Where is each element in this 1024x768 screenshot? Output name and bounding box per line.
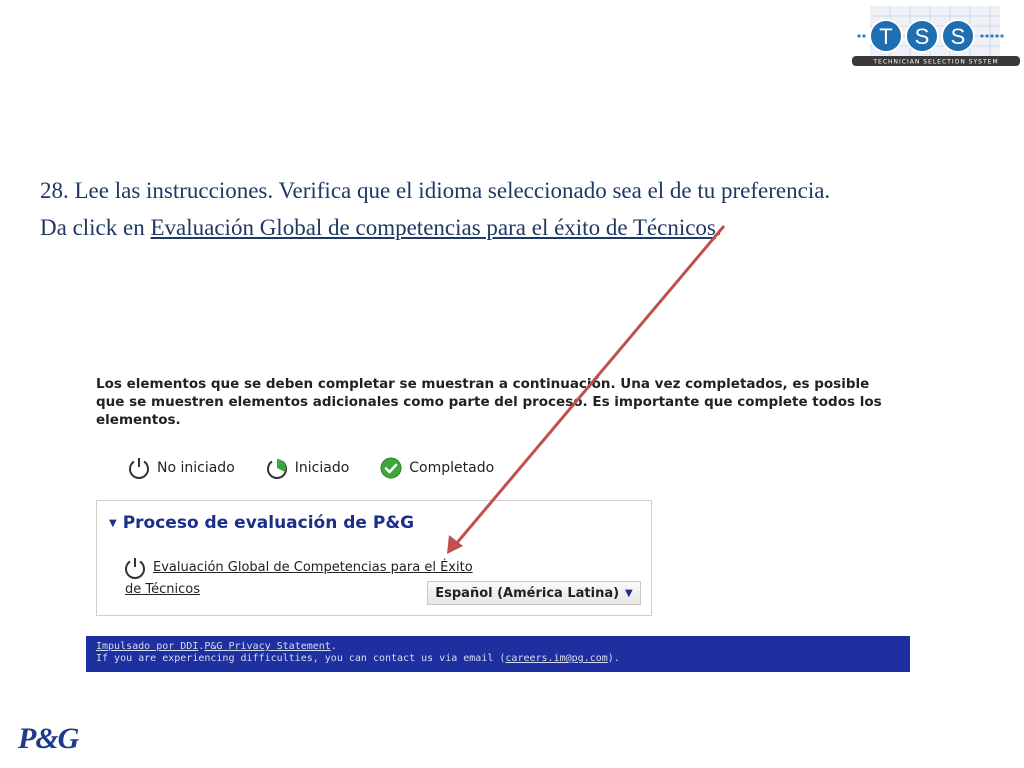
contact-text: If you are experiencing difficulties, yo… [96,653,506,664]
footer-line-2: If you are experiencing difficulties, yo… [96,653,900,665]
process-header[interactable]: ▼ Proceso de evaluación de P&G [109,513,414,533]
instruction-line-2: Da click en Evaluación Global de compete… [40,209,1010,246]
pg-logo: P&G [18,722,79,755]
legend-not-started-label: No iniciado [157,460,235,476]
legend-not-started: No iniciado [127,456,235,480]
legend-completed-label: Completado [409,460,495,476]
slide-instruction: 28. Lee las instrucciones. Verifica que … [40,172,1010,246]
instruction-line-1: 28. Lee las instrucciones. Verifica que … [40,178,831,203]
email-link[interactable]: careers.im@pg.com [505,653,607,664]
tss-tagline: TECHNICIAN SELECTION SYSTEM [872,59,998,66]
assessment-link-continued[interactable]: de Técnicos [125,582,200,597]
chevron-down-icon: ▼ [625,587,633,599]
powered-by-link[interactable]: Impulsado por DDI [96,641,198,652]
instruction-suffix: . [715,215,722,240]
language-select-value: Español (América Latina) [435,585,620,601]
instruction-prefix: Da click en [40,215,151,240]
process-panel: ▼ Proceso de evaluación de P&G Evaluación… [96,500,652,616]
legend-started-label: Iniciado [294,460,350,476]
started-icon [266,459,287,479]
tss-letter: S [915,24,930,49]
completed-check-icon [380,457,402,479]
instruction-link-text: Evaluación Global de competencias para e… [150,215,716,240]
not-started-icon [125,558,145,579]
footer-line-1: Impulsado por DDI.P&G Privacy Statement. [96,641,337,652]
footer-bar: Impulsado por DDI.P&G Privacy Statement.… [86,636,910,672]
tss-letter: T [879,24,892,49]
process-title: Proceso de evaluación de P&G [122,513,415,533]
requirements-intro: Los elementos que se deben completar se … [96,376,882,428]
privacy-link[interactable]: P&G Privacy Statement [204,641,330,652]
status-legend: No iniciado Iniciado Completado [127,453,524,483]
tss-logo: T S S TECHNICIAN SELECTION SYSTEM [852,6,1020,66]
contact-suffix: ). [607,653,620,664]
assessment-link[interactable]: Evaluación Global de Competencias para e… [153,560,473,575]
language-select[interactable]: Español (América Latina) ▼ [427,581,641,605]
not-started-icon [129,458,149,479]
collapse-caret-icon[interactable]: ▼ [109,518,117,529]
legend-completed: Completado [379,456,494,480]
legend-started: Iniciado [265,456,350,480]
tss-letter: S [951,24,966,49]
